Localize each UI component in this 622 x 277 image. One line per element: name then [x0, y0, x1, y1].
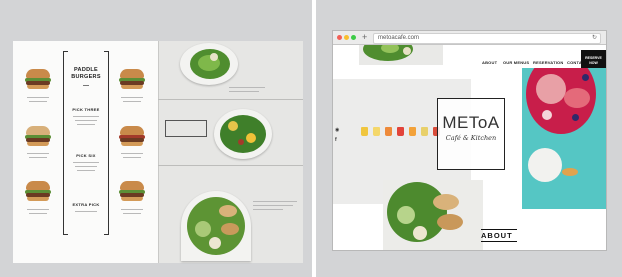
- burger-caption: [27, 97, 49, 98]
- url-text: metoacafe.com: [378, 35, 420, 41]
- menu-section-text: [77, 170, 95, 171]
- burger-image: [25, 69, 51, 89]
- menu-title: BURGERS: [71, 74, 101, 80]
- salad-info-box: [165, 120, 207, 137]
- brand-logo: METoA Café & Kitchen: [437, 98, 505, 170]
- menu-section-text: [77, 124, 95, 125]
- burger-caption: [123, 157, 141, 158]
- maximize-icon[interactable]: [351, 35, 356, 40]
- menu-spread: PADDLE BURGERS PICK THREE PICK SIX EXTRA…: [13, 41, 303, 263]
- menu-section-text: [75, 166, 97, 167]
- burger-caption: [29, 157, 47, 158]
- burger-caption: [123, 213, 141, 214]
- burger-caption: [123, 101, 141, 102]
- header-salad-image: [359, 45, 443, 65]
- instagram-icon[interactable]: ◉: [335, 127, 339, 133]
- hero-image-right: [522, 68, 606, 209]
- menu-section-head: PICK THREE: [72, 107, 100, 112]
- salad-caption: [229, 87, 265, 88]
- plus-icon[interactable]: +: [362, 32, 367, 43]
- menu-fold: [158, 41, 159, 263]
- salad-caption: [253, 205, 293, 206]
- salad-caption: [253, 201, 297, 202]
- logo-subtitle: Café & Kitchen: [445, 134, 497, 142]
- burger-caption: [27, 153, 49, 154]
- about-section-heading: ABOUT: [481, 229, 517, 242]
- salad-bowl-image: [180, 43, 238, 85]
- title-divider: [83, 85, 89, 86]
- juice-jar: [421, 127, 428, 136]
- nav-reservation[interactable]: RESERVATION: [533, 57, 563, 68]
- burger-caption: [29, 101, 47, 102]
- menu-section-text: [73, 162, 99, 163]
- reload-icon[interactable]: ↻: [592, 34, 597, 42]
- close-icon[interactable]: [337, 35, 342, 40]
- burger-caption: [29, 213, 47, 214]
- browser-toolbar: + metoacafe.com ↻: [333, 31, 606, 45]
- page-rule: [158, 165, 303, 166]
- juice-jar: [409, 127, 416, 136]
- nav-our-menus[interactable]: OUR MENUS: [503, 57, 529, 68]
- menu-section-text: [75, 120, 97, 121]
- facebook-icon[interactable]: f: [335, 137, 337, 143]
- menu-frame: PADDLE BURGERS PICK THREE PICK SIX EXTRA…: [63, 51, 109, 235]
- menu-section-text: [73, 116, 99, 117]
- menu-section-head: PICK SIX: [76, 153, 96, 158]
- burger-image: [119, 69, 145, 89]
- menu-print-panel: PADDLE BURGERS PICK THREE PICK SIX EXTRA…: [0, 0, 312, 277]
- burger-image: [25, 181, 51, 201]
- burger-image: [119, 126, 145, 146]
- logo-text: METoA: [442, 113, 500, 132]
- salad-caption: [229, 91, 259, 92]
- website-mockup-panel: + metoacafe.com ↻ ABOUT OUR MENUS RESERV…: [316, 0, 622, 277]
- burger-caption: [121, 209, 143, 210]
- menu-title: PADDLE: [73, 67, 98, 73]
- reserve-label: NOW: [589, 61, 598, 65]
- salad-caption: [253, 209, 283, 210]
- menu-section-text: [75, 211, 97, 212]
- juice-jar: [397, 127, 404, 136]
- nav-about[interactable]: ABOUT: [482, 57, 497, 68]
- browser-window: + metoacafe.com ↻ ABOUT OUR MENUS RESERV…: [333, 31, 606, 250]
- salad-bowl-image: [214, 109, 272, 159]
- salad-bowl-image: [181, 191, 251, 261]
- burger-image: [119, 181, 145, 201]
- address-bar[interactable]: metoacafe.com ↻: [373, 33, 601, 44]
- burger-image: [25, 126, 51, 146]
- juice-jar: [373, 127, 380, 136]
- about-salad-image: [383, 180, 483, 250]
- burger-caption: [27, 209, 49, 210]
- page-rule: [158, 99, 303, 100]
- burger-caption: [121, 97, 143, 98]
- juice-jar: [385, 127, 392, 136]
- minimize-icon[interactable]: [344, 35, 349, 40]
- burger-caption: [121, 153, 143, 154]
- juice-jar: [361, 127, 368, 136]
- menu-section-head: EXTRA PICK: [72, 202, 100, 207]
